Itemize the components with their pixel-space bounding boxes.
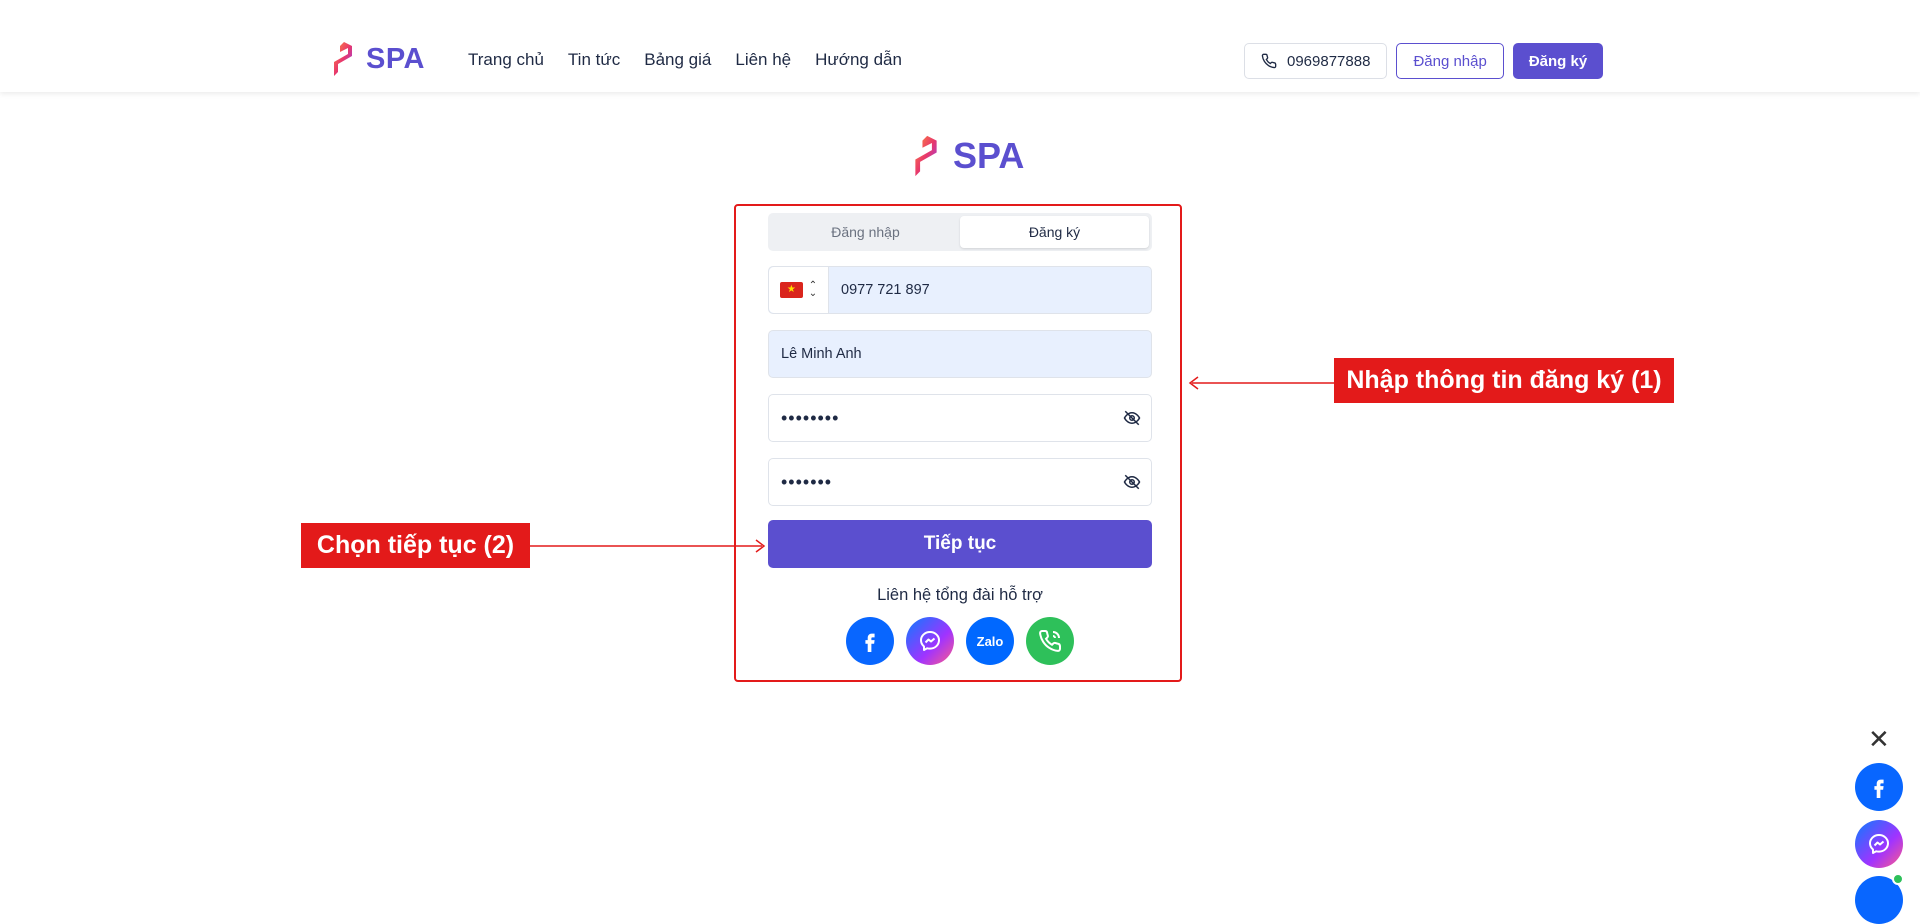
nav-item-guide[interactable]: Hướng dẫn	[815, 50, 902, 70]
zalo-icon[interactable]: Zalo	[966, 617, 1014, 665]
tab-login[interactable]: Đăng nhập	[771, 216, 960, 248]
confirm-password-input[interactable]: •••••••	[781, 472, 832, 493]
main-nav: Trang chủ Tin tức Bảng giá Liên hệ Hướng…	[468, 50, 902, 70]
call-icon[interactable]	[1026, 617, 1074, 665]
confirm-password-field: •••••••	[768, 458, 1152, 506]
nav-item-news[interactable]: Tin tức	[568, 50, 620, 70]
header-brand[interactable]: SPA	[332, 42, 425, 76]
auth-tabs: Đăng nhập Đăng ký	[768, 213, 1152, 251]
spa-logo-icon	[334, 42, 352, 76]
spa-logo-icon	[915, 135, 937, 177]
country-select[interactable]: ★ ⌃ ⌄	[769, 267, 829, 313]
center-brand: SPA	[913, 134, 1024, 178]
brand-name: SPA	[366, 42, 425, 75]
floating-facebook-icon[interactable]	[1855, 763, 1903, 811]
password-field: ••••••••	[768, 394, 1152, 442]
floating-messenger-icon[interactable]	[1855, 820, 1903, 868]
site-header: SPA Trang chủ Tin tức Bảng giá Liên hệ H…	[0, 0, 1920, 92]
login-button[interactable]: Đăng nhập	[1396, 43, 1504, 79]
phone-input[interactable]: 0977 721 897	[829, 282, 930, 298]
nav-item-home[interactable]: Trang chủ	[468, 50, 544, 70]
tab-register[interactable]: Đăng ký	[960, 216, 1149, 248]
close-icon[interactable]: ✕	[1868, 724, 1890, 755]
register-form-highlight: Đăng nhập Đăng ký ★ ⌃ ⌄ 0977 721 897 Lê M…	[734, 204, 1182, 682]
annotation-arrow-2	[530, 539, 766, 553]
nav-item-pricing[interactable]: Bảng giá	[644, 50, 711, 70]
phone-number: 0969877888	[1287, 52, 1371, 70]
eye-off-icon[interactable]	[1123, 409, 1141, 427]
vietnam-flag-icon: ★	[779, 282, 803, 298]
eye-off-icon[interactable]	[1123, 473, 1141, 491]
annotation-step-1: Nhập thông tin đăng ký (1)	[1334, 358, 1674, 403]
annotation-arrow-1	[1188, 376, 1334, 390]
phone-icon	[1261, 53, 1277, 69]
full-name-input[interactable]: Lê Minh Anh	[768, 330, 1152, 378]
annotation-step-2: Chọn tiếp tục (2)	[301, 523, 530, 568]
phone-button[interactable]: 0969877888	[1244, 43, 1388, 79]
center-brand-name: SPA	[953, 135, 1025, 176]
chevron-updown-icon: ⌃ ⌄	[808, 280, 818, 299]
messenger-icon[interactable]	[906, 617, 954, 665]
phone-field: ★ ⌃ ⌄ 0977 721 897	[768, 266, 1152, 314]
continue-button[interactable]: Tiếp tục	[768, 520, 1152, 568]
facebook-icon[interactable]	[846, 617, 894, 665]
support-text: Liên hệ tổng đài hỗ trợ	[877, 586, 1043, 604]
support-channels: Zalo	[846, 617, 1074, 665]
nav-item-contact[interactable]: Liên hệ	[735, 50, 791, 70]
password-input[interactable]: ••••••••	[781, 408, 839, 429]
header-actions: 0969877888 Đăng nhập Đăng ký	[1244, 43, 1604, 79]
online-status-dot	[1892, 873, 1904, 885]
register-button[interactable]: Đăng ký	[1512, 43, 1604, 79]
